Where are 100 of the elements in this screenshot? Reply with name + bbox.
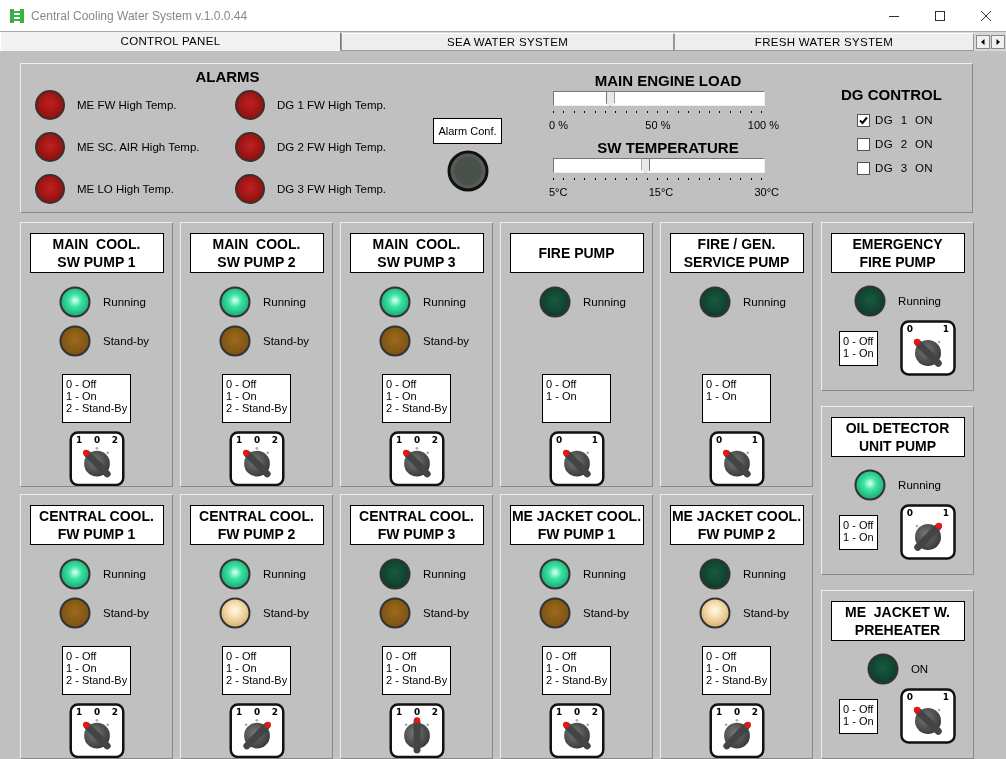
- legend-line: 0 - Off: [706, 649, 738, 662]
- position-label: 0: [93, 434, 100, 445]
- slider-track[interactable]: [553, 158, 765, 173]
- position-label: 0: [715, 434, 722, 445]
- position-label: 2: [591, 706, 598, 717]
- legend-line: 1 - On: [226, 661, 258, 674]
- selector-switch[interactable]: 1 0 2: [388, 702, 445, 758]
- position-label: 2: [111, 434, 118, 445]
- lamp-label: Running: [583, 296, 626, 309]
- alarm-label: DG 3 FW High Temp.: [277, 183, 387, 195]
- checkbox[interactable]: [857, 161, 870, 175]
- unit-title: EMERGENCY FIRE PUMP: [830, 233, 965, 273]
- lamp-label: Stand-by: [423, 335, 470, 348]
- unit-title: OIL DETECTOR UNIT PUMP: [830, 417, 965, 457]
- legend-line: 2 - Stand-By: [546, 673, 607, 686]
- position-label: 1: [715, 706, 722, 717]
- lamp-label: ON: [910, 662, 929, 675]
- alarm-lamp-icon: [235, 132, 265, 162]
- legend-line: 0 - Off: [546, 377, 578, 390]
- selector-switch[interactable]: 1 0 2: [228, 702, 285, 758]
- position-label: 0: [93, 706, 100, 717]
- checkbox-label: DG 2 ON: [875, 138, 934, 150]
- slider-track[interactable]: [553, 91, 765, 106]
- position-label: 1: [75, 706, 82, 717]
- checkbox[interactable]: [857, 137, 870, 151]
- scroll-left-icon[interactable]: [976, 34, 990, 49]
- legend-line: 0 - Off: [843, 518, 874, 531]
- tab[interactable]: FRESH WATER SYSTEM: [674, 33, 974, 51]
- position-label: 0: [906, 692, 914, 702]
- position-label: 1: [395, 434, 402, 445]
- position-label: 2: [751, 706, 758, 717]
- slider-thumb[interactable]: [641, 158, 651, 174]
- legend-line: 2 - Stand-By: [66, 401, 127, 414]
- position-label: 1: [942, 508, 950, 518]
- alarm-lamp-icon: [35, 90, 65, 120]
- alarm-lamp-icon: [35, 174, 65, 204]
- lamp-label: Running: [743, 568, 786, 581]
- alarm-label: ME FW High Temp.: [77, 99, 177, 111]
- legend-line: 0 - Off: [226, 649, 258, 662]
- selector-switch[interactable]: 0 1: [900, 688, 956, 744]
- lamp-label: Stand-by: [263, 335, 310, 348]
- position-label: 1: [395, 706, 402, 717]
- selector-switch[interactable]: 1 0 2: [388, 430, 445, 486]
- pump-title: CENTRAL COOL. FW PUMP 2: [189, 505, 324, 545]
- lamp-label: Running: [743, 296, 786, 309]
- position-label: 1: [555, 706, 562, 717]
- alarm-lamp-icon: [235, 90, 265, 120]
- selector-switch[interactable]: 0 1: [548, 430, 605, 486]
- legend-line: 0 - Off: [226, 377, 258, 390]
- selector-switch[interactable]: 0 1: [708, 430, 765, 486]
- position-label: 1: [751, 434, 758, 445]
- legend-line: 2 - Stand-By: [386, 673, 447, 686]
- tab[interactable]: CONTROL PANEL: [0, 32, 341, 51]
- tab[interactable]: SEA WATER SYSTEM: [341, 33, 674, 51]
- legend-line: 2 - Stand-By: [226, 401, 287, 414]
- dg-control-heading: DG CONTROL: [841, 86, 943, 103]
- legend-line: 0 - Off: [706, 377, 738, 390]
- legend-line: 2 - Stand-By: [66, 673, 127, 686]
- unit-title: ME JACKET W. PREHEATER: [830, 601, 965, 641]
- checkbox[interactable]: [857, 113, 870, 127]
- alarm-label: ME LO High Temp.: [77, 183, 174, 195]
- position-label: 0: [253, 706, 260, 717]
- selector-switch[interactable]: 0 1: [900, 320, 956, 376]
- lamp-label: Running: [263, 296, 306, 309]
- selector-switch[interactable]: 1 0 2: [708, 702, 765, 758]
- legend-line: 0 - Off: [66, 649, 98, 662]
- selector-switch[interactable]: 0 1: [900, 504, 956, 560]
- lamp-label: Running: [423, 296, 466, 309]
- alarm-conf-label: Alarm Conf.: [433, 118, 502, 144]
- app-icon: [10, 8, 24, 23]
- scroll-right-icon[interactable]: [991, 34, 1005, 49]
- selector-switch[interactable]: 1 0 2: [68, 702, 125, 758]
- legend-line: 1 - On: [546, 389, 578, 402]
- legend-line: 2 - Stand-By: [386, 401, 447, 414]
- position-label: 0: [733, 706, 740, 717]
- lamp-label: Running: [423, 568, 466, 581]
- round-push-button[interactable]: [446, 150, 489, 192]
- scale-label: 5°C: [549, 186, 568, 198]
- lamp-label: Stand-by: [263, 607, 310, 620]
- lamp-label: Running: [263, 568, 306, 581]
- selector-switch[interactable]: 1 0 2: [548, 702, 605, 758]
- position-label: 1: [942, 692, 950, 702]
- alarm-lamp-icon: [235, 174, 265, 204]
- position-label: 1: [591, 434, 598, 445]
- position-label: 0: [906, 324, 914, 334]
- slider-title: SW TEMPERATURE: [596, 139, 740, 156]
- slider-thumb[interactable]: [605, 91, 615, 107]
- pump-title: CENTRAL COOL. FW PUMP 1: [29, 505, 164, 545]
- lamp-label: Stand-by: [423, 607, 470, 620]
- lamp-label: Running: [583, 568, 626, 581]
- maximize-icon[interactable]: [934, 9, 946, 22]
- selector-switch[interactable]: 1 0 2: [68, 430, 125, 486]
- position-label: 1: [235, 434, 242, 445]
- lamp-label: Stand-by: [103, 607, 150, 620]
- position-label: 0: [573, 706, 580, 717]
- selector-switch[interactable]: 1 0 2: [228, 430, 285, 486]
- slider-title: MAIN ENGINE LOAD: [593, 72, 743, 89]
- close-icon[interactable]: [980, 9, 992, 22]
- legend-line: 1 - On: [843, 530, 874, 543]
- legend-line: 1 - On: [546, 661, 578, 674]
